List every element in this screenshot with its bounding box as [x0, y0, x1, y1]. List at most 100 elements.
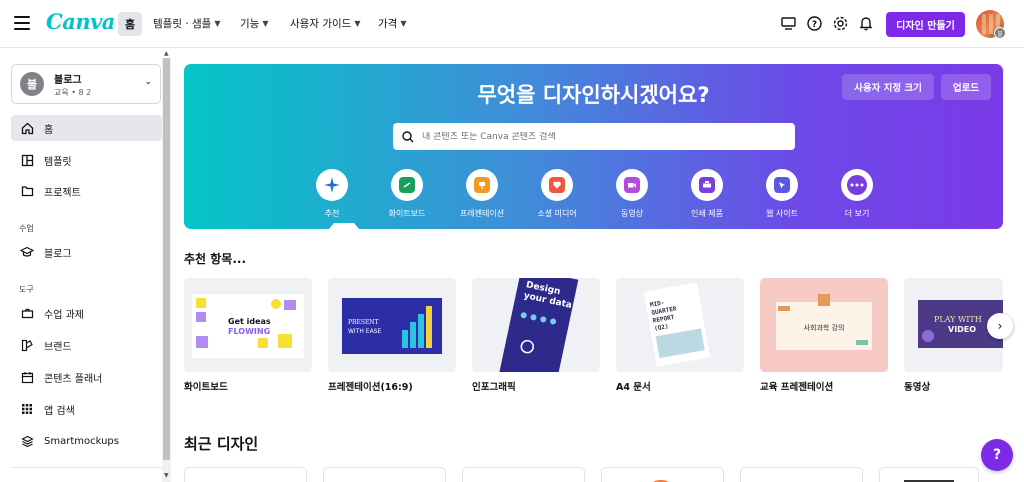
search-icon	[402, 130, 414, 142]
scroll-up-icon[interactable]: ▲	[164, 50, 169, 57]
presentation-icon	[474, 177, 490, 193]
recommended-title: 추천 항목...	[184, 252, 247, 266]
sidebar-item-content-planner[interactable]: 콘텐츠 플래너	[11, 364, 162, 390]
create-design-button[interactable]: 디자인 만들기	[886, 12, 965, 37]
section-label-tools: 도구	[19, 285, 34, 294]
canva-logo[interactable]: Canva	[46, 9, 115, 34]
apps-grid-icon	[20, 402, 34, 416]
presentation-thumbnail: PRESENT WITH EASE	[342, 298, 442, 354]
chevron-down-icon: ▼	[354, 19, 361, 28]
search-input[interactable]	[422, 131, 782, 142]
nav-pricing[interactable]: 가격 ▼	[378, 16, 406, 31]
search-bar[interactable]	[393, 123, 795, 150]
document-thumbnail: MID- QUARTER REPORT (Q2)	[643, 282, 711, 367]
whiteboard-thumbnail: Get ideas FLOWING	[192, 294, 304, 358]
sidebar-item-brand[interactable]: 브랜드	[11, 332, 162, 358]
template-card-a4-document[interactable]: MID- QUARTER REPORT (Q2)	[616, 278, 744, 372]
card-label: 프레젠테이션(16:9)	[328, 382, 413, 393]
bell-icon[interactable]	[857, 14, 875, 32]
recent-design-card[interactable]	[879, 467, 979, 482]
cursor-icon	[774, 177, 790, 193]
help-icon[interactable]: ?	[805, 14, 823, 32]
category-more[interactable]: 더 보기	[822, 169, 892, 219]
recent-design-card[interactable]	[184, 467, 307, 482]
printer-icon	[699, 177, 715, 193]
graduation-cap-icon	[20, 245, 34, 259]
category-recommended[interactable]: 추천	[297, 169, 367, 219]
card-label: 동영상	[904, 382, 931, 393]
scroll-down-icon[interactable]: ▼	[164, 472, 169, 479]
upload-button[interactable]: 업로드	[941, 74, 991, 100]
menu-icon[interactable]	[14, 16, 30, 30]
desktop-icon[interactable]	[779, 14, 797, 32]
chevron-down-icon: ▼	[400, 19, 407, 28]
nav-templates[interactable]: 템플릿 · 샘플 ▼	[153, 16, 220, 31]
recent-design-card[interactable]	[462, 467, 585, 482]
category-social-media[interactable]: 소셜 미디어	[522, 169, 592, 219]
card-label: 화이트보드	[184, 382, 228, 393]
chevron-right-icon: ›	[997, 319, 1003, 333]
template-card-whiteboard[interactable]: Get ideas FLOWING	[184, 278, 312, 372]
svg-text:VIDEO: VIDEO	[948, 325, 976, 334]
category-website[interactable]: 웹 사이트	[747, 169, 817, 219]
sidebar-divider	[11, 467, 162, 468]
svg-text:WITH EASE: WITH EASE	[348, 328, 381, 335]
recent-design-card[interactable]	[601, 467, 724, 482]
sidebar-item-templates[interactable]: 템플릿	[11, 147, 162, 173]
card-label: 교육 프레젠테이션	[760, 382, 834, 393]
sidebar: 블 블로그 교육 • 8 2 ⌄ 홈 템플릿 프로젝트 수업 블로그 도구 수업…	[0, 49, 174, 482]
team-avatar: 블	[20, 72, 44, 96]
sidebar-item-assignments[interactable]: 수업 과제	[11, 300, 162, 326]
team-subtitle: 교육 • 8 2	[54, 88, 92, 97]
brand-icon	[20, 338, 34, 352]
infographic-thumbnail: Design your data	[498, 278, 579, 372]
svg-text:FLOWING: FLOWING	[228, 327, 270, 336]
education-thumbnail: 사회과학 강의	[760, 278, 888, 372]
chevron-down-icon: ▼	[262, 19, 269, 28]
sidebar-item-home[interactable]: 홈	[11, 115, 162, 141]
sparkle-icon	[324, 177, 340, 193]
svg-text:?: ?	[811, 20, 816, 30]
template-card-infographic[interactable]: Design your data	[472, 278, 600, 372]
sidebar-item-class-blog[interactable]: 블로그	[11, 239, 162, 265]
team-name: 블로그	[54, 75, 82, 86]
more-dots-icon	[847, 175, 867, 195]
hero-banner: 무엇을 디자인하시겠어요? 사용자 지정 크기 업로드 추천 화이트보드 프레젠…	[184, 64, 1003, 229]
nav-user-guide[interactable]: 사용자 가이드 ▼	[290, 16, 360, 31]
sidebar-item-app-search[interactable]: 앱 검색	[11, 396, 162, 422]
category-whiteboard[interactable]: 화이트보드	[372, 169, 442, 219]
card-label: 인포그래픽	[472, 382, 516, 393]
sidebar-scroll-thumb[interactable]	[163, 58, 170, 460]
sidebar-item-smartmockups[interactable]: Smartmockups	[11, 428, 162, 454]
home-icon	[20, 121, 34, 135]
template-card-presentation[interactable]: PRESENT WITH EASE	[328, 278, 456, 372]
sidebar-item-projects[interactable]: 프로젝트	[11, 178, 162, 204]
recent-design-card[interactable]	[740, 467, 863, 482]
category-presentation[interactable]: 프레젠테이션	[447, 169, 517, 219]
video-camera-icon	[624, 177, 640, 193]
nav-home-button[interactable]: 홈	[118, 12, 142, 36]
calendar-icon	[20, 370, 34, 384]
heart-icon	[549, 177, 565, 193]
chevron-down-icon: ▼	[214, 19, 221, 28]
svg-text:PLAY WITH: PLAY WITH	[934, 315, 982, 324]
category-video[interactable]: 동영상	[597, 169, 667, 219]
template-icon	[20, 153, 34, 167]
carousel-next-button[interactable]: ›	[987, 313, 1013, 339]
top-bar: Canva 홈 템플릿 · 샘플 ▼ 기능 ▼ 사용자 가이드 ▼ 가격 ▼ ? 디자인…	[0, 0, 1024, 48]
folder-icon	[20, 184, 34, 198]
svg-text:Get ideas: Get ideas	[228, 317, 271, 326]
category-print[interactable]: 인쇄 제품	[672, 169, 742, 219]
card-label: A4 문서	[616, 382, 651, 393]
smartmockups-icon	[20, 434, 34, 448]
nav-features[interactable]: 기능 ▼	[240, 16, 268, 31]
help-button[interactable]: ?	[981, 439, 1013, 471]
team-switcher[interactable]: 블 블로그 교육 • 8 2 ⌄	[11, 64, 161, 104]
gear-icon[interactable]	[831, 14, 849, 32]
template-card-education-presentation[interactable]: 사회과학 강의	[760, 278, 888, 372]
recent-design-card[interactable]	[323, 467, 446, 482]
section-label-class: 수업	[19, 224, 34, 233]
custom-size-button[interactable]: 사용자 지정 크기	[842, 74, 934, 100]
selected-category-indicator	[329, 223, 359, 229]
whiteboard-icon	[399, 177, 415, 193]
